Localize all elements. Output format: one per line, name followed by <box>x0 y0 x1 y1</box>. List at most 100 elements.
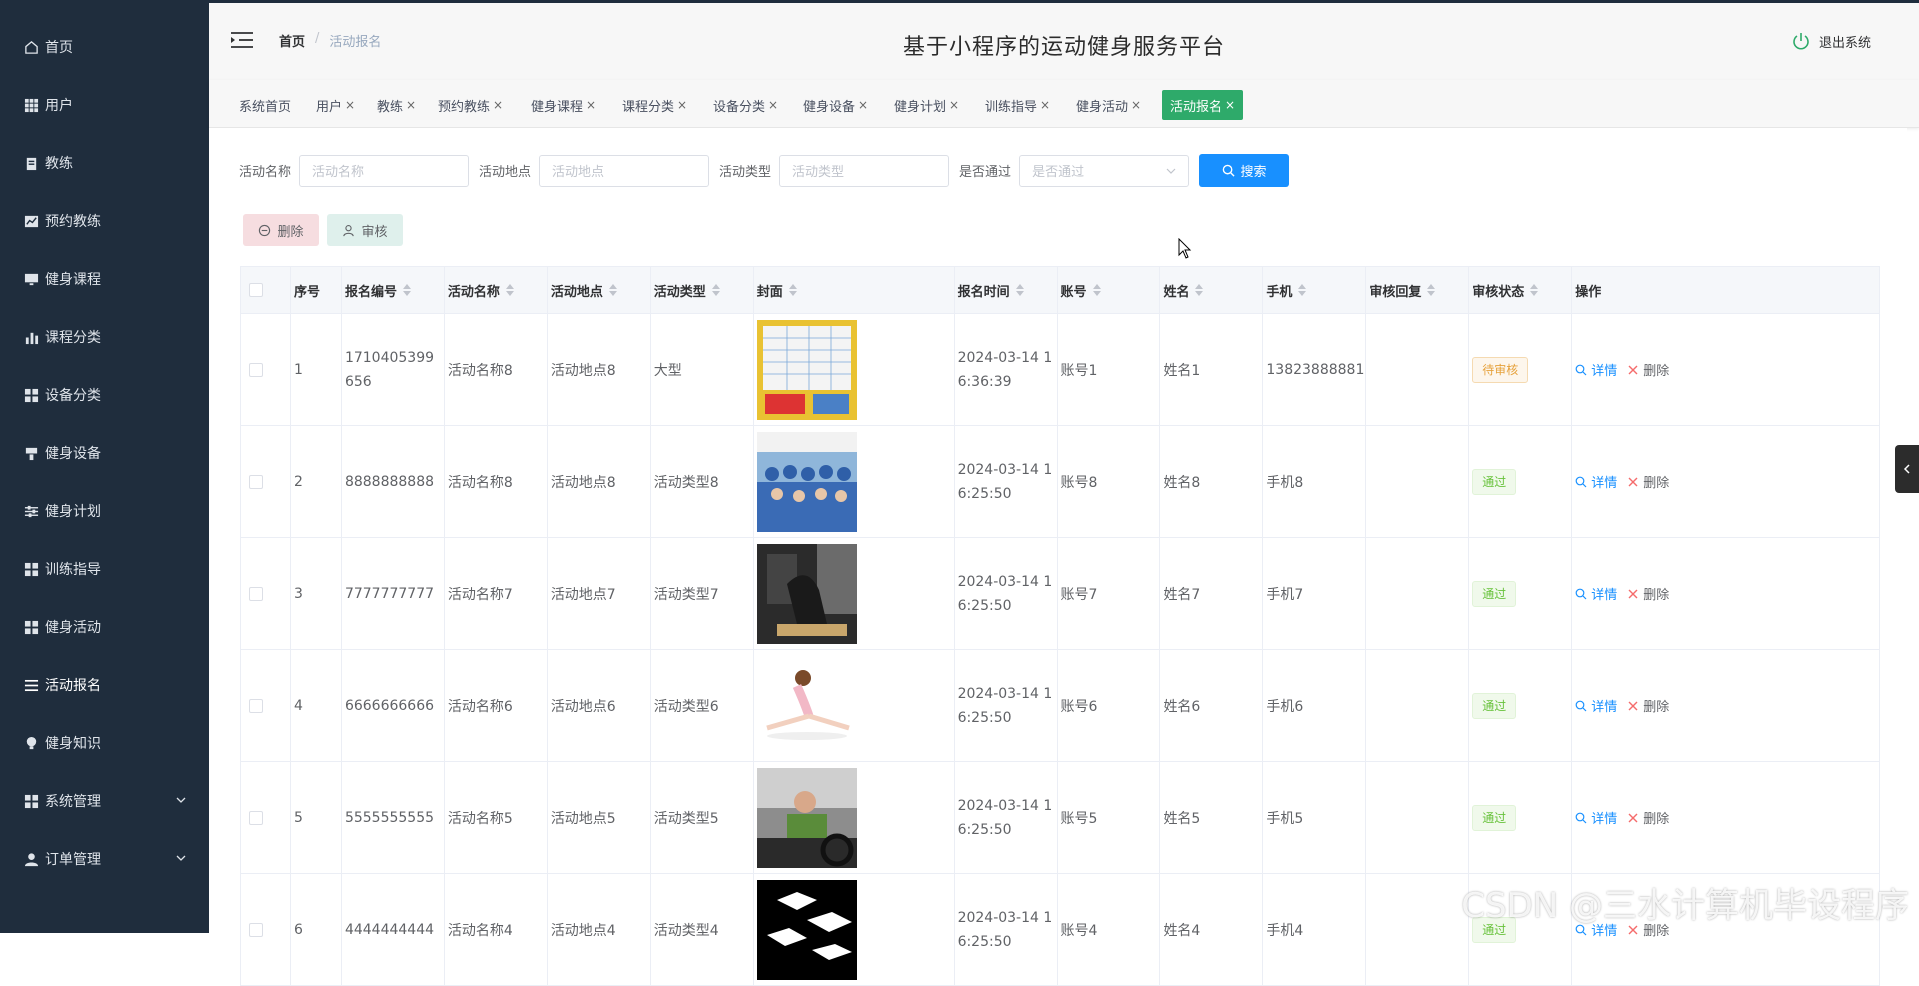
sidebar-item-coach[interactable]: 教练 <box>0 134 209 192</box>
sidebar-item-activity[interactable]: 健身活动 <box>0 598 209 656</box>
row-checkbox[interactable] <box>249 923 263 937</box>
delete-button[interactable]: 删除 <box>1627 696 1669 715</box>
row-checkbox[interactable] <box>249 699 263 713</box>
detail-button[interactable]: 详情 <box>1575 472 1617 491</box>
phone-cell: 手机8 <box>1263 426 1366 537</box>
tag-device[interactable]: 健身设备× <box>797 90 874 120</box>
header-cell[interactable]: 审核状态 <box>1469 267 1572 313</box>
detail-button[interactable]: 详情 <box>1575 696 1617 715</box>
sidebar-item-system[interactable]: 系统管理 <box>0 772 209 830</box>
tag-guidance[interactable]: 训练指导× <box>979 90 1056 120</box>
header-cell[interactable]: 账号 <box>1058 267 1161 313</box>
tag-activity-signup[interactable]: 活动报名× <box>1162 90 1243 120</box>
sort-icon[interactable] <box>1427 284 1435 296</box>
detail-button[interactable]: 详情 <box>1575 808 1617 827</box>
close-icon[interactable]: × <box>1040 98 1050 112</box>
close-icon[interactable]: × <box>858 98 868 112</box>
tag-plan[interactable]: 健身计划× <box>888 90 965 120</box>
tag-activity[interactable]: 健身活动× <box>1070 90 1147 120</box>
tag-home[interactable]: 系统首页 <box>233 90 297 120</box>
logout-button[interactable]: 退出系统 <box>1791 31 1871 51</box>
collapse-panel-handle[interactable] <box>1895 445 1919 493</box>
sort-icon[interactable] <box>789 284 797 296</box>
cover-image[interactable] <box>757 768 857 868</box>
close-icon[interactable]: × <box>1131 98 1141 112</box>
close-icon[interactable]: × <box>493 98 503 112</box>
sidebar-item-device[interactable]: 健身设备 <box>0 424 209 482</box>
row-checkbox[interactable] <box>249 475 263 489</box>
cover-image[interactable] <box>757 544 857 644</box>
tag-booking[interactable]: 预约教练× <box>432 90 509 120</box>
close-icon[interactable]: × <box>1225 98 1235 112</box>
close-icon[interactable]: × <box>406 98 416 112</box>
header-cell[interactable]: 活动类型 <box>651 267 754 313</box>
sort-icon[interactable] <box>1530 284 1538 296</box>
header-cell[interactable]: 审核回复 <box>1366 267 1469 313</box>
cover-image[interactable] <box>757 432 857 532</box>
sort-icon[interactable] <box>712 284 720 296</box>
cover-image[interactable] <box>757 880 857 980</box>
header-cell[interactable]: 手机 <box>1263 267 1366 313</box>
detail-button[interactable]: 详情 <box>1575 360 1617 379</box>
tag-course[interactable]: 健身课程× <box>525 90 602 120</box>
header-cell[interactable]: 活动名称 <box>445 267 548 313</box>
audit-button[interactable]: 审核 <box>327 214 403 246</box>
sort-icon[interactable] <box>1195 284 1203 296</box>
sort-icon[interactable] <box>609 284 617 296</box>
sidebar-item-orders[interactable]: 订单管理 <box>0 830 209 888</box>
tag-users[interactable]: 用户× <box>310 90 361 120</box>
sidebar-item-course-category[interactable]: 课程分类 <box>0 308 209 366</box>
sidebar-item-device-category[interactable]: 设备分类 <box>0 366 209 424</box>
menu-toggle-icon[interactable] <box>231 31 253 49</box>
tag-device-category[interactable]: 设备分类× <box>707 90 784 120</box>
delete-button[interactable]: 删除 <box>1627 808 1669 827</box>
sort-icon[interactable] <box>1093 284 1101 296</box>
detail-button[interactable]: 详情 <box>1575 584 1617 603</box>
sort-icon[interactable] <box>1298 284 1306 296</box>
tag-coach[interactable]: 教练× <box>371 90 422 120</box>
row-checkbox[interactable] <box>249 587 263 601</box>
close-icon[interactable]: × <box>768 98 778 112</box>
sidebar-item-knowledge[interactable]: 健身知识 <box>0 714 209 772</box>
tag-course-category[interactable]: 课程分类× <box>616 90 693 120</box>
chevron-down-icon <box>1166 166 1176 176</box>
sort-icon[interactable] <box>506 284 514 296</box>
cover-image[interactable] <box>757 320 857 420</box>
delete-button[interactable]: 删除 <box>1627 472 1669 491</box>
batch-delete-button[interactable]: 删除 <box>243 214 319 246</box>
header-cell[interactable]: 报名编号 <box>342 267 445 313</box>
delete-button[interactable]: 删除 <box>1627 584 1669 603</box>
close-icon[interactable]: × <box>677 98 687 112</box>
sidebar-item-course[interactable]: 健身课程 <box>0 250 209 308</box>
activity-addr-input[interactable]: 活动地点 <box>539 155 709 187</box>
row-checkbox[interactable] <box>249 363 263 377</box>
sidebar-item-home[interactable]: 首页 <box>0 18 209 76</box>
header-cell[interactable]: 封面 <box>754 267 955 313</box>
select-all-checkbox[interactable] <box>249 283 263 297</box>
search-button[interactable]: 搜索 <box>1199 154 1289 187</box>
sidebar-item-users[interactable]: 用户 <box>0 76 209 134</box>
sort-icon[interactable] <box>403 284 411 296</box>
header-cell[interactable]: 活动地点 <box>548 267 651 313</box>
cover-image[interactable] <box>757 656 857 756</box>
breadcrumb-home[interactable]: 首页 <box>279 31 305 50</box>
tag-label: 训练指导 <box>985 96 1037 115</box>
close-icon[interactable]: × <box>586 98 596 112</box>
sidebar-item-plan[interactable]: 健身计划 <box>0 482 209 540</box>
close-icon[interactable]: × <box>345 98 355 112</box>
close-icon[interactable]: × <box>949 98 959 112</box>
sidebar-item-activity-signup[interactable]: 活动报名 <box>0 656 209 714</box>
header-cell[interactable]: 姓名 <box>1160 267 1263 313</box>
header-cell[interactable]: 报名时间 <box>955 267 1058 313</box>
activity-type-input[interactable]: 活动类型 <box>779 155 949 187</box>
status-badge: 通过 <box>1472 581 1516 607</box>
pass-select[interactable]: 是否通过 <box>1019 155 1189 187</box>
activity-name-value: 活动名称8 <box>448 360 513 380</box>
sort-icon[interactable] <box>1016 284 1024 296</box>
sidebar-item-booking[interactable]: 预约教练 <box>0 192 209 250</box>
sidebar-item-guidance[interactable]: 训练指导 <box>0 540 209 598</box>
delete-button[interactable]: 删除 <box>1627 360 1669 379</box>
activity-type-value: 活动类型6 <box>654 696 719 716</box>
row-checkbox[interactable] <box>249 811 263 825</box>
activity-name-input[interactable]: 活动名称 <box>299 155 469 187</box>
